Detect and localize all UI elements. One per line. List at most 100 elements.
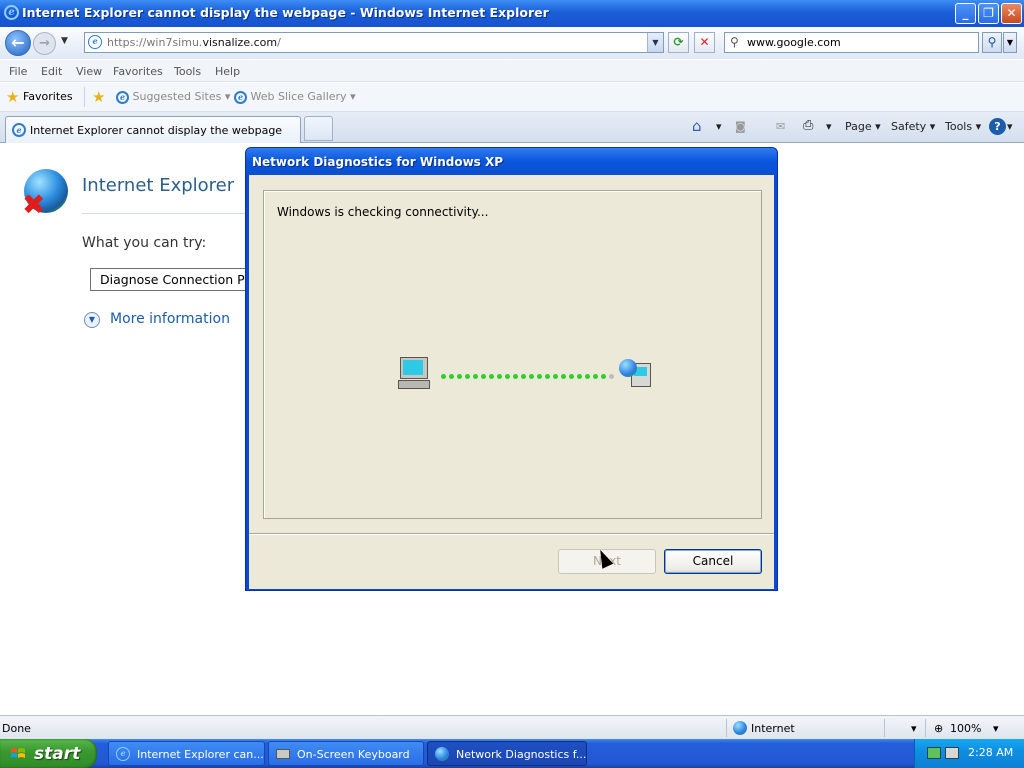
dialog-body: Windows is checking connectivity... Next…: [249, 175, 774, 589]
page-menu[interactable]: Page ▾: [845, 120, 881, 133]
favorites-label: Favorites: [22, 90, 73, 103]
tools-menu[interactable]: Tools ▾: [945, 120, 981, 133]
recent-pages-dropdown[interactable]: ▼: [61, 36, 68, 46]
search-provider-icon: ⚲: [730, 35, 739, 49]
safety-menu[interactable]: Safety ▾: [891, 120, 935, 133]
progress-dot: [553, 374, 558, 379]
task-on-screen-keyboard[interactable]: On-Screen Keyboard: [268, 741, 424, 766]
search-box[interactable]: ⚲ www.google.com: [724, 32, 979, 53]
progress-dot: [601, 374, 606, 379]
refresh-button[interactable]: ⟳: [668, 32, 689, 53]
computer-icon: [398, 357, 430, 389]
suggested-sites-icon: e: [116, 90, 129, 104]
print-dropdown[interactable]: ▾: [826, 120, 832, 133]
progress-dot: [609, 374, 614, 379]
progress-dot: [593, 374, 598, 379]
window-title-bar[interactable]: e Internet Explorer cannot display the w…: [0, 0, 1024, 27]
page-ie-icon: e: [88, 35, 102, 49]
favorites-button[interactable]: ★ Favorites: [6, 88, 73, 106]
error-x-icon: ✖: [22, 188, 46, 221]
progress-dot: [561, 374, 566, 379]
task-ie-icon: e: [116, 747, 130, 761]
expand-more-info-icon[interactable]: ▼: [84, 312, 100, 328]
status-divider: [726, 719, 727, 737]
what-you-can-try-label: What you can try:: [82, 235, 207, 251]
close-button[interactable]: ✕: [1001, 3, 1022, 24]
progress-dot: [481, 374, 486, 379]
print-icon[interactable]: ⎙: [803, 118, 813, 133]
progress-dot: [529, 374, 534, 379]
diagnose-connection-button[interactable]: Diagnose Connection Problems: [90, 268, 260, 291]
forward-button[interactable]: →: [33, 32, 56, 55]
network-server-icon: [619, 357, 651, 389]
web-slice-gallery-link[interactable]: e Web Slice Gallery ▾: [234, 90, 356, 104]
favorites-star-icon: ★: [6, 88, 20, 106]
progress-dot: [577, 374, 582, 379]
progress-dot: [569, 374, 574, 379]
task-internet-explorer[interactable]: e Internet Explorer can...: [108, 741, 265, 766]
home-icon[interactable]: ⌂: [692, 117, 702, 135]
progress-dot: [521, 374, 526, 379]
security-zone[interactable]: Internet: [751, 722, 795, 735]
status-divider: [884, 719, 885, 737]
menu-favorites[interactable]: Favorites: [113, 65, 163, 78]
menu-help[interactable]: Help: [215, 65, 240, 78]
address-dropdown-button[interactable]: ▼: [647, 33, 663, 52]
progress-dot: [497, 374, 502, 379]
clock[interactable]: 2:28 AM: [968, 746, 1013, 759]
network-tray-icon[interactable]: [927, 747, 941, 759]
diagnostics-panel: Windows is checking connectivity...: [263, 190, 762, 519]
menu-view[interactable]: View: [76, 65, 102, 78]
minimize-button[interactable]: _: [955, 3, 976, 24]
menu-file[interactable]: File: [9, 65, 27, 78]
window-title: Internet Explorer cannot display the web…: [22, 5, 549, 20]
address-bar[interactable]: e https://win7simu.visnalize.com/ ▼: [84, 32, 664, 53]
network-diagnostics-icon: [435, 747, 449, 761]
keyboard-icon: [276, 749, 290, 759]
mail-icon[interactable]: ✉: [776, 120, 785, 133]
web-slice-gallery-icon: e: [234, 90, 247, 104]
tab-label: Internet Explorer cannot display the web…: [30, 124, 283, 137]
dialog-title-bar[interactable]: Network Diagnostics for Windows XP: [246, 148, 777, 175]
windows-flag-icon: [11, 748, 25, 758]
search-button[interactable]: ⚲: [982, 32, 1002, 53]
status-text: Done: [2, 722, 31, 735]
suggested-sites-link[interactable]: e Suggested Sites ▾: [116, 90, 230, 104]
menu-edit[interactable]: Edit: [41, 65, 62, 78]
search-options-dropdown[interactable]: ▼: [1003, 32, 1017, 53]
new-tab-button[interactable]: [304, 116, 333, 141]
connection-tray-icon[interactable]: [945, 747, 959, 759]
restore-button[interactable]: ❐: [978, 3, 999, 24]
search-input[interactable]: www.google.com: [747, 36, 841, 49]
dialog-title: Network Diagnostics for Windows XP: [252, 155, 504, 169]
progress-dot: [537, 374, 542, 379]
progress-dot: [457, 374, 462, 379]
zoom-level[interactable]: 100%: [950, 722, 981, 735]
home-dropdown[interactable]: ▾: [716, 120, 722, 133]
start-label: start: [34, 744, 81, 764]
dialog-separator: [249, 533, 774, 535]
task-network-diagnostics[interactable]: Network Diagnostics f...: [427, 741, 587, 766]
help-dropdown[interactable]: ▾: [1007, 120, 1013, 133]
tab-active[interactable]: e Internet Explorer cannot display the w…: [5, 116, 301, 143]
feeds-icon[interactable]: ◙: [735, 120, 746, 133]
cancel-button[interactable]: Cancel: [664, 549, 762, 574]
progress-dot: [441, 374, 446, 379]
progress-dot: [473, 374, 478, 379]
favorites-bar: ★ Favorites ★ e Suggested Sites ▾ e Web …: [0, 83, 1024, 112]
add-to-favorites-icon[interactable]: ★: [92, 88, 105, 106]
zoom-dropdown[interactable]: ▾: [993, 722, 999, 735]
network-diagnostics-dialog: Network Diagnostics for Windows XP Windo…: [245, 147, 778, 591]
menu-tools[interactable]: Tools: [174, 65, 201, 78]
progress-dot: [585, 374, 590, 379]
protected-mode-dropdown[interactable]: ▾: [911, 722, 917, 735]
help-icon[interactable]: ?: [989, 118, 1006, 135]
heading-divider: [82, 213, 252, 214]
page-heading: Internet Explorer: [82, 175, 235, 196]
address-url[interactable]: https://win7simu.visnalize.com/: [107, 36, 281, 49]
back-button[interactable]: ←: [5, 30, 31, 56]
favbar-divider: [84, 87, 85, 107]
start-button[interactable]: start: [0, 739, 97, 768]
stop-button[interactable]: ✕: [694, 32, 715, 53]
more-information-link[interactable]: More information: [110, 311, 230, 327]
